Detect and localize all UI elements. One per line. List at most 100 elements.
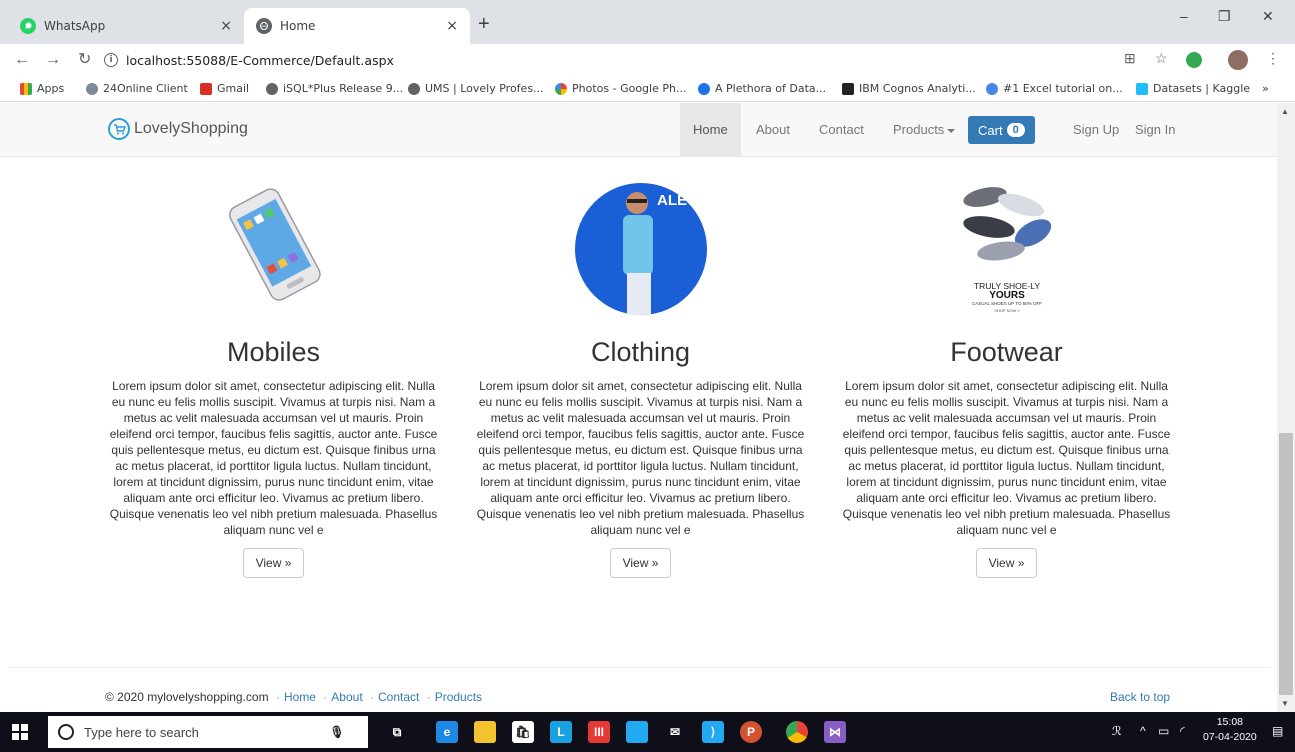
- footwear-banner-line4: SHOP NOW »: [994, 308, 1020, 313]
- address-bar[interactable]: i localhost:55088/E-Commerce/Default.asp…: [104, 48, 1104, 72]
- clock-time: 15:08: [1216, 716, 1243, 728]
- browser-tab-bar: WhatsApp × Home × + – ❐ ✕: [0, 0, 1295, 44]
- edge-browser-icon[interactable]: e: [436, 721, 458, 743]
- separator: ·: [323, 690, 328, 704]
- back-arrow-icon[interactable]: ←: [14, 50, 30, 70]
- app-icon[interactable]: [626, 721, 648, 743]
- microphone-icon[interactable]: 🎙: [326, 721, 348, 743]
- nav-signin[interactable]: Sign In: [1122, 103, 1188, 157]
- tray-expand-icon[interactable]: ^: [1140, 724, 1146, 738]
- info-icon[interactable]: i: [104, 53, 118, 67]
- category-title: Clothing: [590, 337, 691, 367]
- menu-dots-icon[interactable]: ⋮: [1266, 50, 1280, 67]
- bookmark-google-photos[interactable]: Photos - Google Ph...: [555, 82, 686, 95]
- office-app-icon[interactable]: III: [588, 721, 610, 743]
- bookmarks-overflow-button[interactable]: »: [1262, 82, 1269, 95]
- tab-title: WhatsApp: [44, 19, 106, 33]
- bookmark-ums[interactable]: UMS | Lovely Profes...: [408, 82, 544, 95]
- nav-contact[interactable]: Contact: [806, 103, 877, 157]
- footer-divider: [8, 667, 1270, 668]
- footwear-banner-line3: CASUAL SHOES UP TO 50% OFF: [971, 301, 1041, 306]
- category-description: Lorem ipsum dolor sit amet, consectetur …: [109, 379, 438, 537]
- profile-avatar[interactable]: [1228, 50, 1248, 70]
- cart-label: Cart: [978, 122, 1003, 138]
- bookmark-apps[interactable]: Apps: [20, 82, 64, 95]
- separator: ·: [275, 690, 280, 704]
- globe-icon: [266, 82, 278, 95]
- view-clothing-button[interactable]: View »: [609, 548, 672, 578]
- reload-icon[interactable]: ↻: [78, 50, 91, 70]
- nav-about[interactable]: About: [743, 103, 803, 157]
- scroll-up-arrow-icon[interactable]: ▲: [1281, 107, 1289, 116]
- launcher-app-icon[interactable]: L: [550, 721, 572, 743]
- chrome-icon[interactable]: [786, 721, 808, 743]
- system-clock[interactable]: 15:08 07-04-2020: [1203, 715, 1257, 745]
- windows-start-icon[interactable]: [12, 724, 28, 740]
- bookmark-isqlplus[interactable]: iSQL*Plus Release 9...: [266, 82, 403, 95]
- bookmarks-bar: Apps 24Online Client Gmail iSQL*Plus Rel…: [0, 76, 1295, 102]
- tab-whatsapp[interactable]: WhatsApp ×: [8, 8, 244, 44]
- brand-link[interactable]: LovelyShopping: [108, 118, 248, 140]
- globe-icon: [408, 82, 420, 95]
- category-description: Lorem ipsum dolor sit amet, consectetur …: [476, 379, 805, 537]
- globe-icon: [256, 18, 272, 34]
- battery-icon[interactable]: ▭: [1158, 724, 1169, 738]
- task-view-icon[interactable]: ⧉: [386, 721, 408, 743]
- back-to-top-link[interactable]: Back to top: [1110, 690, 1170, 704]
- tab-close-icon[interactable]: ×: [446, 18, 458, 34]
- cart-button[interactable]: Cart 0: [968, 116, 1035, 144]
- page-viewport: LovelyShopping Home About Contact Produc…: [0, 103, 1277, 712]
- restore-button[interactable]: ❐: [1218, 8, 1231, 25]
- store-bag-icon[interactable]: 🛍: [512, 721, 534, 743]
- category-title: Mobiles: [226, 337, 321, 367]
- tab-title: Home: [280, 19, 316, 33]
- people-icon[interactable]: ℛ: [1112, 724, 1122, 738]
- tab-home[interactable]: Home ×: [244, 8, 470, 44]
- bookmark-ibm-cognos[interactable]: IBM Cognos Analyti...: [842, 82, 976, 95]
- clothing-image: ALE: [574, 175, 707, 315]
- data-globe-icon: [698, 82, 710, 95]
- footer-link-contact[interactable]: Contact: [378, 690, 419, 704]
- view-mobiles-button[interactable]: View »: [242, 548, 305, 578]
- bookmark-star-icon[interactable]: ☆: [1155, 50, 1168, 67]
- footer-link-about[interactable]: About: [331, 690, 362, 704]
- windows-taskbar: Type here to search 🎙 ⧉ e 🛍 L III ✉ ⟩ P …: [0, 712, 1295, 752]
- taskbar-search-box[interactable]: Type here to search: [48, 716, 368, 748]
- separator: ·: [426, 690, 431, 704]
- category-clothing: ALE Clothing Lorem ipsum dolor sit amet,…: [474, 175, 807, 578]
- extension-icon[interactable]: [1186, 52, 1202, 68]
- new-tab-button[interactable]: +: [478, 14, 490, 34]
- search-placeholder: Type here to search: [84, 724, 199, 740]
- nav-home[interactable]: Home: [680, 103, 741, 157]
- forward-arrow-icon[interactable]: →: [45, 50, 61, 70]
- translate-icon[interactable]: ⊞: [1124, 50, 1136, 67]
- cart-count-badge: 0: [1006, 123, 1025, 137]
- nav-products-dropdown[interactable]: Products: [880, 103, 968, 157]
- visual-studio-icon[interactable]: ⋈: [824, 721, 846, 743]
- powerpoint-icon[interactable]: P: [740, 721, 762, 743]
- wifi-icon[interactable]: ◜: [1180, 724, 1185, 738]
- mail-icon[interactable]: ✉: [664, 721, 686, 743]
- bookmark-plethora[interactable]: A Plethora of Data...: [698, 82, 826, 95]
- bookmark-gmail[interactable]: Gmail: [200, 82, 249, 95]
- page-scrollbar[interactable]: ▲ ▼: [1277, 103, 1295, 712]
- footer-link-home[interactable]: Home: [284, 690, 316, 704]
- bookmark-kaggle[interactable]: Datasets | Kaggle: [1136, 82, 1250, 95]
- tab-close-icon[interactable]: ×: [220, 18, 232, 34]
- mobile-phone-image: [208, 175, 340, 315]
- minimize-button[interactable]: –: [1180, 8, 1188, 24]
- scroll-down-arrow-icon[interactable]: ▼: [1281, 699, 1289, 708]
- scrollbar-thumb[interactable]: [1279, 433, 1293, 695]
- excel-tutorial-icon: [986, 82, 998, 95]
- category-mobiles: Mobiles Lorem ipsum dolor sit amet, cons…: [107, 175, 440, 578]
- notification-icon[interactable]: ▤: [1272, 724, 1283, 738]
- footer-link-products[interactable]: Products: [435, 690, 482, 704]
- bookmark-24online[interactable]: 24Online Client: [86, 82, 188, 95]
- file-explorer-icon[interactable]: [474, 721, 496, 743]
- url-text: localhost:55088/E-Commerce/Default.aspx: [126, 52, 394, 68]
- close-window-button[interactable]: ✕: [1262, 8, 1274, 25]
- bookmark-excel-tutorial[interactable]: #1 Excel tutorial on...: [986, 82, 1123, 95]
- vscode-icon[interactable]: ⟩: [702, 721, 724, 743]
- view-footwear-button[interactable]: View »: [975, 548, 1038, 578]
- footer-links: © 2020 mylovelyshopping.com · Home · About…: [105, 690, 482, 704]
